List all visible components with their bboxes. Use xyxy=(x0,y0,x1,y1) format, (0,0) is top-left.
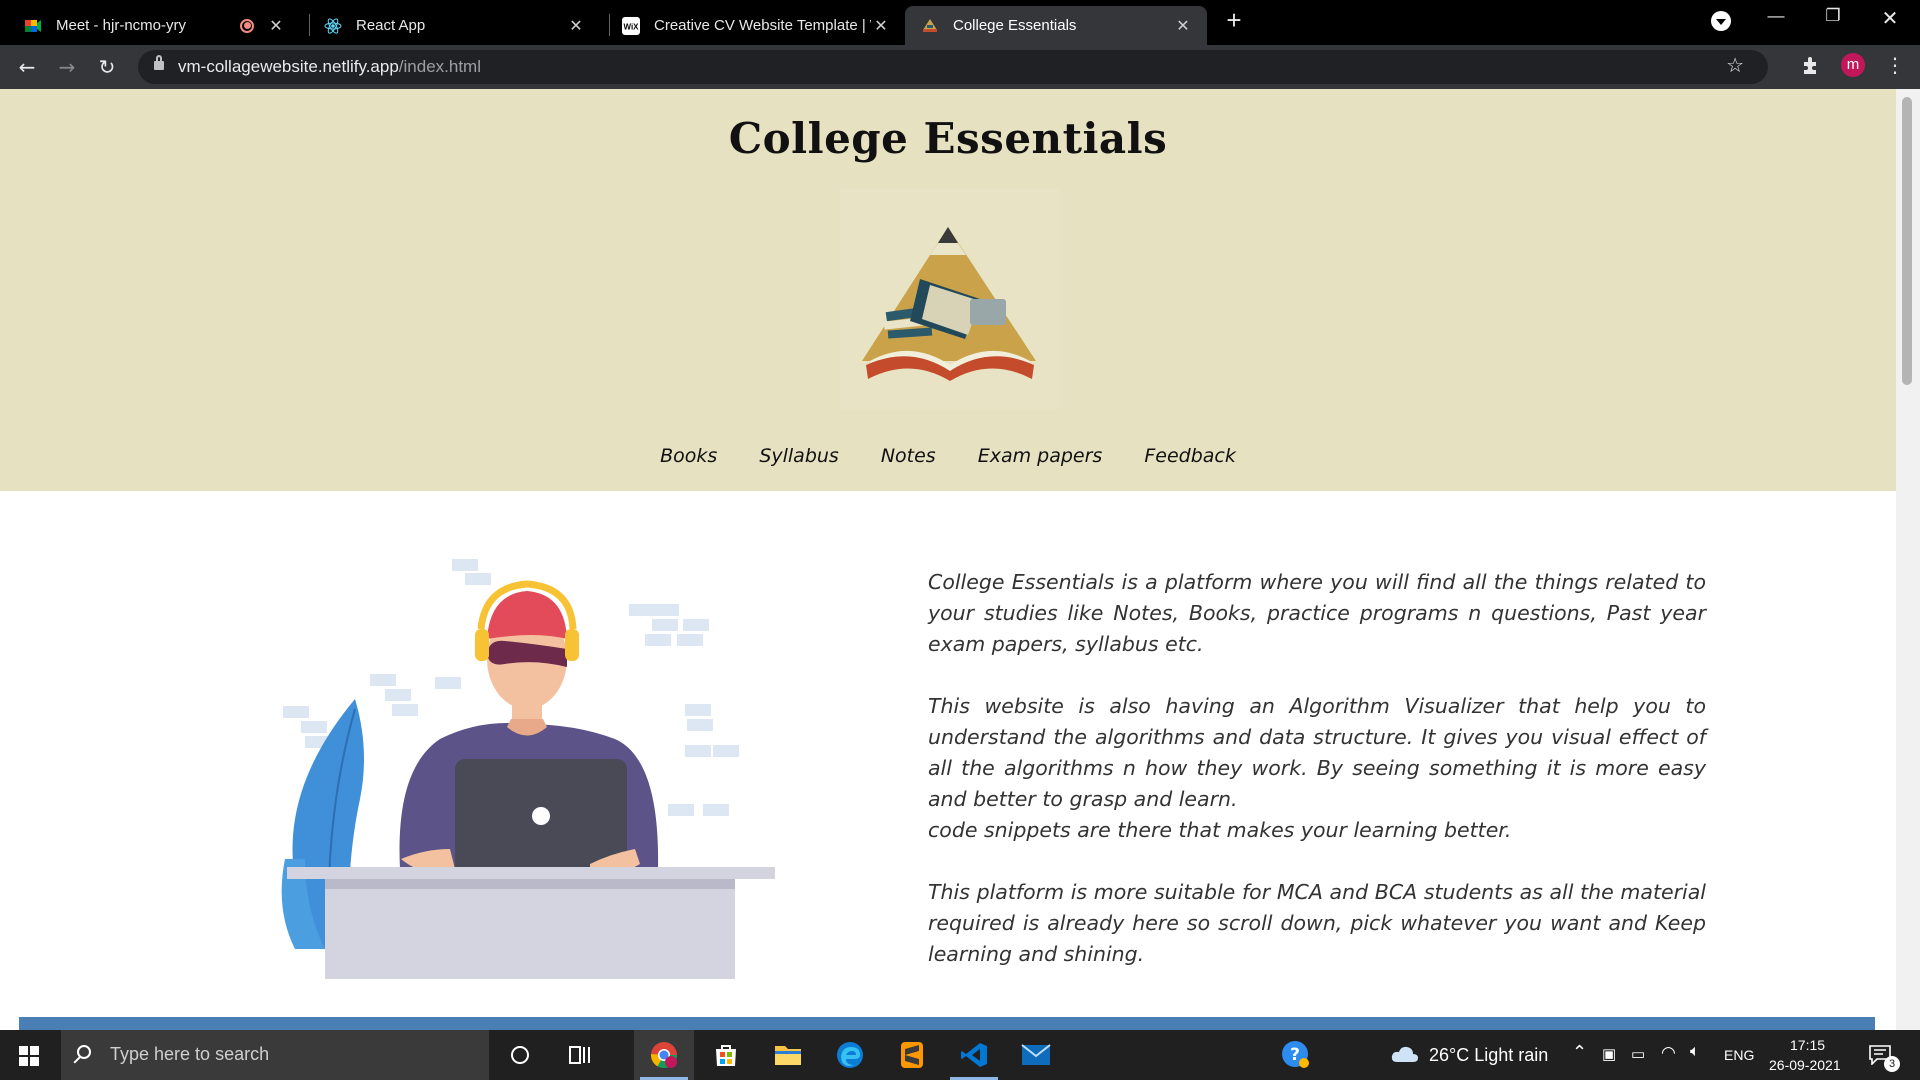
extensions-icon[interactable] xyxy=(1800,54,1822,76)
about-paragraph: code snippets are there that makes your … xyxy=(928,818,1512,842)
about-text: College Essentials is a platform where y… xyxy=(928,567,1706,1001)
tab-react-app[interactable]: React App ✕ xyxy=(300,6,600,45)
react-icon xyxy=(324,17,342,34)
main-nav: Books Syllabus Notes Exam papers Feedbac… xyxy=(0,445,1896,467)
books-favicon xyxy=(923,18,937,32)
bookmark-star-icon[interactable]: ☆ xyxy=(1726,53,1744,77)
mail-icon[interactable] xyxy=(1006,1030,1066,1080)
back-arrow-icon[interactable]: ← xyxy=(14,54,40,80)
wix-icon: WiX xyxy=(622,16,640,35)
minimize-button[interactable]: — xyxy=(1756,6,1796,26)
forward-arrow-icon[interactable]: → xyxy=(54,54,80,80)
url-path: /index.html xyxy=(398,57,481,76)
battery-icon[interactable]: ▭ xyxy=(1631,1045,1645,1063)
close-icon[interactable]: ✕ xyxy=(1173,16,1193,36)
tab-search-dropdown-icon[interactable] xyxy=(1711,11,1731,31)
lock-icon[interactable] xyxy=(154,55,164,70)
books-pyramid-icon xyxy=(862,227,1036,381)
nav-link-notes[interactable]: Notes xyxy=(881,445,936,467)
address-bar[interactable]: vm-collagewebsite.netlify.app/index.html… xyxy=(138,50,1768,84)
volume-icon[interactable]: 🔈︎ xyxy=(1690,1043,1700,1061)
search-icon xyxy=(77,1045,91,1059)
vscode-icon[interactable] xyxy=(944,1030,1004,1080)
cortana-icon[interactable] xyxy=(490,1030,550,1080)
about-paragraph: This website is also having an Algorithm… xyxy=(928,694,1706,811)
close-icon[interactable]: ✕ xyxy=(871,16,891,36)
url-text[interactable]: vm-collagewebsite.netlify.app/index.html xyxy=(178,57,481,77)
task-view-icon[interactable] xyxy=(550,1030,610,1080)
taskbar-search-box[interactable]: Type here to search xyxy=(61,1030,489,1080)
google-meet-icon xyxy=(25,19,41,32)
edge-icon[interactable] xyxy=(820,1030,880,1080)
recording-icon xyxy=(240,18,254,33)
nav-link-feedback[interactable]: Feedback xyxy=(1144,445,1236,467)
browser-menu-icon[interactable]: ⋮ xyxy=(1885,53,1905,77)
file-explorer-icon[interactable] xyxy=(758,1030,818,1080)
restore-button[interactable]: ❐ xyxy=(1813,6,1853,26)
windows-start-icon[interactable] xyxy=(19,1046,39,1066)
reload-icon[interactable]: ↻ xyxy=(94,54,120,80)
site-title: College Essentials xyxy=(728,114,1168,163)
site-logo xyxy=(840,189,1060,409)
chevron-up-icon[interactable]: ⌃ xyxy=(1572,1042,1587,1063)
microsoft-store-icon[interactable] xyxy=(696,1030,756,1080)
search-placeholder: Type here to search xyxy=(110,1044,270,1064)
clock-date[interactable]: 26-09-2021 xyxy=(1769,1057,1841,1073)
wifi-icon[interactable]: ◠ xyxy=(1661,1043,1676,1063)
weather-text[interactable]: 26°C Light rain xyxy=(1429,1045,1548,1066)
nav-link-syllabus[interactable]: Syllabus xyxy=(759,445,839,467)
student-laptop-illustration xyxy=(281,559,775,979)
help-icon[interactable]: ? xyxy=(1266,1030,1326,1080)
section-divider-strip xyxy=(19,1017,1875,1030)
new-tab-button[interactable]: + xyxy=(1222,7,1246,33)
profile-avatar[interactable]: m xyxy=(1841,53,1865,77)
about-paragraph: This platform is more suitable for MCA a… xyxy=(928,880,1706,966)
tab-label: Creative CV Website Template | W xyxy=(654,17,871,34)
notification-count-badge: 3 xyxy=(1884,1056,1900,1072)
about-paragraph: College Essentials is a platform where y… xyxy=(928,570,1706,656)
tab-wix-template[interactable]: WiX Creative CV Website Template | W ✕ xyxy=(600,6,905,45)
chrome-taskbar-icon[interactable] xyxy=(634,1030,694,1080)
tab-label: Meet - hjr-ncmo-yry xyxy=(56,17,187,34)
nav-link-books[interactable]: Books xyxy=(660,445,717,467)
scrollbar-thumb[interactable] xyxy=(1902,97,1912,385)
url-host: vm-collagewebsite.netlify.app xyxy=(178,57,399,76)
tab-label: College Essentials xyxy=(953,17,1077,34)
browser-toolbar: ← → ↻ vm-collagewebsite.netlify.app/inde… xyxy=(0,45,1920,89)
device-icon[interactable]: ▣ xyxy=(1602,1045,1616,1063)
windows-taskbar: Type here to search ? 26°C Light rain ⌃ … xyxy=(0,1030,1920,1080)
tab-meet[interactable]: Meet - hjr-ncmo-yry ✕ xyxy=(0,6,300,45)
browser-tab-strip: Meet - hjr-ncmo-yry ✕ React App ✕ WiX Cr… xyxy=(0,0,1920,45)
nav-link-exam-papers[interactable]: Exam papers xyxy=(978,445,1103,467)
clock-time[interactable]: 17:15 xyxy=(1790,1037,1825,1053)
page-viewport: College Essentials Books Syllabus Notes xyxy=(0,89,1920,1030)
weather-cloud-icon[interactable] xyxy=(1391,1044,1419,1064)
window-close-button[interactable]: ✕ xyxy=(1870,6,1910,31)
svg-text:WiX: WiX xyxy=(623,22,639,31)
sublime-text-icon[interactable] xyxy=(882,1030,942,1080)
close-icon[interactable]: ✕ xyxy=(266,16,286,36)
site-header: College Essentials Books Syllabus Notes xyxy=(0,89,1896,491)
close-icon[interactable]: ✕ xyxy=(566,16,586,36)
svg-text:?: ? xyxy=(1290,1045,1300,1065)
tab-label: React App xyxy=(356,17,426,34)
language-indicator[interactable]: ENG xyxy=(1724,1047,1754,1063)
tab-college-essentials[interactable]: College Essentials ✕ xyxy=(905,6,1207,45)
